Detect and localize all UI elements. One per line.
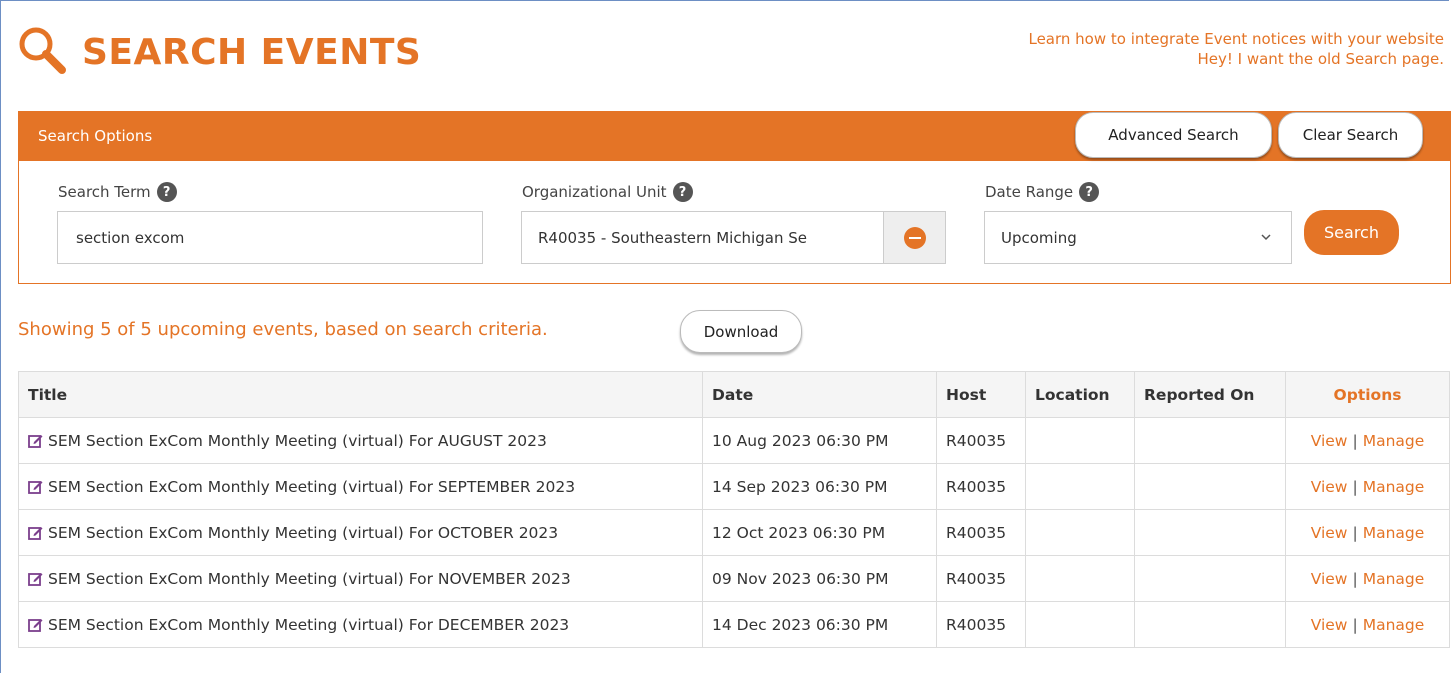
view-link[interactable]: View [1311,524,1348,542]
table-row: SEM Section ExCom Monthly Meeting (virtu… [18,601,1450,648]
manage-link[interactable]: Manage [1363,524,1425,542]
table-row: SEM Section ExCom Monthly Meeting (virtu… [18,555,1450,602]
view-link[interactable]: View [1311,616,1348,634]
event-host: R40035 [936,601,1026,648]
event-title-cell: SEM Section ExCom Monthly Meeting (virtu… [18,417,703,464]
options-separator: | [1352,615,1358,634]
manage-link[interactable]: Manage [1363,478,1425,496]
event-title-cell: SEM Section ExCom Monthly Meeting (virtu… [18,601,703,648]
search-icon [16,24,72,80]
edit-icon[interactable] [28,571,43,586]
options-separator: | [1352,431,1358,450]
search-options-header: Search Options Advanced Search Clear Sea… [19,112,1450,161]
event-title-cell: SEM Section ExCom Monthly Meeting (virtu… [18,509,703,556]
column-host[interactable]: Host [936,371,1026,418]
org-unit-remove-button[interactable] [883,212,945,263]
manage-link[interactable]: Manage [1363,432,1425,450]
manage-link[interactable]: Manage [1363,570,1425,588]
event-host: R40035 [936,417,1026,464]
column-reported-on[interactable]: Reported On [1134,371,1286,418]
date-range-label-text: Date Range [985,183,1074,201]
event-options: View | Manage [1285,463,1450,510]
event-reported-on [1134,417,1286,464]
options-separator: | [1352,569,1358,588]
table-row: SEM Section ExCom Monthly Meeting (virtu… [18,463,1450,510]
event-date: 14 Dec 2023 06:30 PM [702,601,937,648]
event-location [1025,509,1135,556]
view-link[interactable]: View [1311,478,1348,496]
clear-search-button[interactable]: Clear Search [1278,112,1423,158]
event-options: View | Manage [1285,509,1450,556]
event-title[interactable]: SEM Section ExCom Monthly Meeting (virtu… [48,432,547,450]
event-options: View | Manage [1285,417,1450,464]
download-button[interactable]: Download [680,310,802,353]
table-row: SEM Section ExCom Monthly Meeting (virtu… [18,417,1450,464]
search-button[interactable]: Search [1304,210,1399,255]
top-links: Learn how to integrate Event notices wit… [1028,29,1444,69]
search-term-label: Search Term ? [58,182,177,202]
event-title-cell: SEM Section ExCom Monthly Meeting (virtu… [18,463,703,510]
help-icon[interactable]: ? [672,182,693,202]
minus-circle-icon [903,226,926,249]
edit-icon[interactable] [28,433,43,448]
event-date: 09 Nov 2023 06:30 PM [702,555,937,602]
event-host: R40035 [936,463,1026,510]
event-title[interactable]: SEM Section ExCom Monthly Meeting (virtu… [48,616,569,634]
event-date: 14 Sep 2023 06:30 PM [702,463,937,510]
search-options-title: Search Options [38,127,153,145]
help-icon[interactable]: ? [1079,182,1100,202]
view-link[interactable]: View [1311,432,1348,450]
page-title: SEARCH EVENTS [82,31,422,73]
org-unit-field[interactable]: R40035 - Southeastern Michigan Se [521,211,946,264]
event-location [1025,463,1135,510]
date-range-select[interactable]: Upcoming [984,211,1292,264]
event-reported-on [1134,463,1286,510]
page-header: SEARCH EVENTS [16,24,421,80]
event-title[interactable]: SEM Section ExCom Monthly Meeting (virtu… [48,570,571,588]
edit-icon[interactable] [28,479,43,494]
event-host: R40035 [936,509,1026,556]
search-term-label-text: Search Term [58,183,151,201]
date-range-label: Date Range ? [985,182,1100,202]
column-date[interactable]: Date [702,371,937,418]
chevron-down-icon [1261,230,1271,244]
event-location [1025,601,1135,648]
help-icon[interactable]: ? [156,182,177,202]
column-location[interactable]: Location [1025,371,1135,418]
table-header-row: Title Date Host Location Reported On Opt… [18,371,1450,418]
event-host: R40035 [936,555,1026,602]
event-options: View | Manage [1285,555,1450,602]
column-title[interactable]: Title [18,371,703,418]
event-date: 10 Aug 2023 06:30 PM [702,417,937,464]
view-link[interactable]: View [1311,570,1348,588]
old-search-link[interactable]: Hey! I want the old Search page. [1028,49,1444,69]
event-location [1025,417,1135,464]
integrate-events-link[interactable]: Learn how to integrate Event notices wit… [1028,29,1444,49]
advanced-search-button[interactable]: Advanced Search [1075,112,1272,158]
column-options: Options [1285,371,1450,418]
search-term-field [57,211,483,264]
event-date: 12 Oct 2023 06:30 PM [702,509,937,556]
event-location [1025,555,1135,602]
org-unit-label-text: Organizational Unit [522,183,667,201]
org-unit-value: R40035 - Southeastern Michigan Se [538,228,807,247]
event-reported-on [1134,509,1286,556]
manage-link[interactable]: Manage [1363,616,1425,634]
options-separator: | [1352,523,1358,542]
event-options: View | Manage [1285,601,1450,648]
options-separator: | [1352,477,1358,496]
results-summary: Showing 5 of 5 upcoming events, based on… [18,319,548,340]
table-row: SEM Section ExCom Monthly Meeting (virtu… [18,509,1450,556]
edit-icon[interactable] [28,525,43,540]
event-title[interactable]: SEM Section ExCom Monthly Meeting (virtu… [48,478,575,496]
org-unit-label: Organizational Unit ? [522,182,693,202]
event-reported-on [1134,601,1286,648]
edit-icon[interactable] [28,617,43,632]
date-range-value: Upcoming [1001,228,1077,247]
event-title-cell: SEM Section ExCom Monthly Meeting (virtu… [18,555,703,602]
events-table: Title Date Host Location Reported On Opt… [18,371,1450,648]
event-title[interactable]: SEM Section ExCom Monthly Meeting (virtu… [48,524,558,542]
event-reported-on [1134,555,1286,602]
search-term-input[interactable] [74,227,482,248]
